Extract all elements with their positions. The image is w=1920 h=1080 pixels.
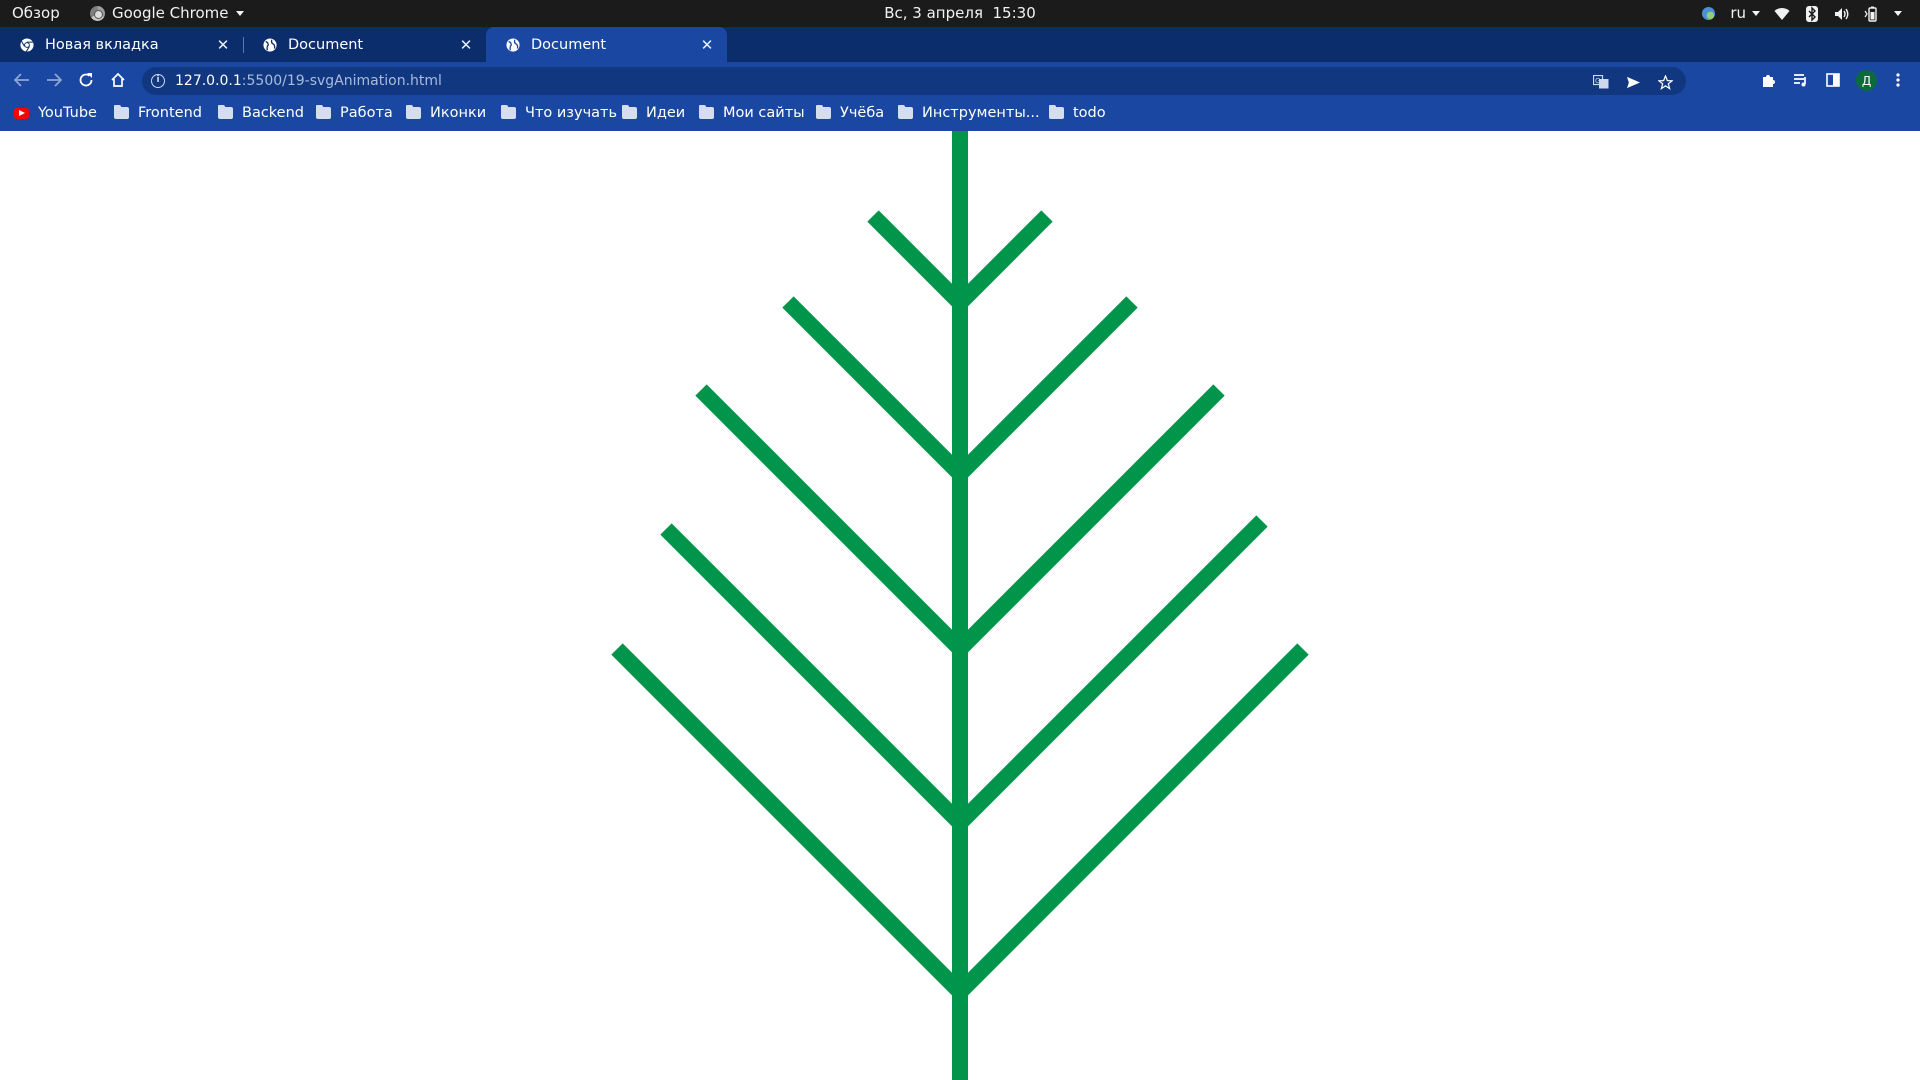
chrome-app-icon <box>90 6 105 21</box>
bookmark-folder-chto-izuchat[interactable]: Что изучать <box>501 98 617 128</box>
tab-title: Document <box>531 36 607 53</box>
folder-icon <box>406 105 421 119</box>
bookmark-folder-todo[interactable]: todo <box>1049 98 1106 128</box>
system-tray[interactable]: ru <box>1700 0 1902 27</box>
profile-avatar-button[interactable]: Д <box>1856 70 1877 91</box>
bookmark-folder-instrumenty[interactable]: Инструменты... <box>898 98 1040 128</box>
folder-icon <box>218 105 233 119</box>
folder-icon <box>816 105 831 119</box>
bookmark-label: YouTube <box>38 105 97 121</box>
folder-icon <box>501 105 516 119</box>
bookmark-label: todo <box>1073 105 1106 121</box>
bookmark-label: Работа <box>340 105 393 121</box>
bookmark-label: Мои сайты <box>723 105 805 121</box>
volume-icon[interactable] <box>1834 6 1850 22</box>
home-button[interactable] <box>105 67 131 93</box>
reload-icon <box>79 73 93 87</box>
close-icon[interactable]: ✕ <box>458 36 474 54</box>
home-icon <box>111 72 125 87</box>
svg-text:G: G <box>1595 77 1600 85</box>
chrome-menu-button[interactable] <box>1888 70 1908 90</box>
tree-illustration <box>611 131 1309 1080</box>
folder-icon <box>622 105 637 119</box>
bookmark-label: Backend <box>242 105 305 121</box>
browser-toolbar: i 127.0.0.1:5500/19-svgAnimation.html G … <box>0 62 1920 98</box>
wifi-icon[interactable] <box>1774 6 1790 22</box>
bookmark-folder-idei[interactable]: Идеи <box>622 98 685 128</box>
forward-button[interactable] <box>41 67 67 93</box>
folder-icon <box>699 105 714 119</box>
bookmark-label: Что изучать <box>525 105 618 121</box>
send-to-device-button[interactable] <box>1623 72 1643 92</box>
bookmarks-bar: YouTube Frontend Backend Работа Иконки Ч… <box>0 98 1920 131</box>
bookmark-folder-rabota[interactable]: Работа <box>316 98 393 128</box>
site-info-icon[interactable]: i <box>151 74 165 88</box>
translate-icon: G <box>1593 75 1609 89</box>
close-icon[interactable]: ✕ <box>215 36 231 54</box>
app-indicator-icon[interactable] <box>1700 6 1716 22</box>
page-content <box>0 131 1920 1080</box>
system-menu-chevron-icon[interactable] <box>1894 11 1902 16</box>
side-panel-icon <box>1826 73 1840 87</box>
send-icon <box>1626 76 1640 88</box>
bookmark-folder-ucheba[interactable]: Учёба <box>816 98 884 128</box>
arrow-left-icon <box>14 73 29 87</box>
app-menu-label: Google Chrome <box>112 4 229 22</box>
battery-icon[interactable] <box>1864 6 1880 22</box>
tab-title: Document <box>288 36 364 53</box>
tab-new-tab[interactable]: Новая вкладка ✕ <box>0 27 243 62</box>
bookmark-youtube[interactable]: YouTube <box>14 98 97 128</box>
star-icon <box>1657 74 1673 90</box>
puzzle-icon <box>1763 75 1775 87</box>
bookmark-star-button[interactable] <box>1655 72 1675 92</box>
more-vertical-icon <box>1896 73 1900 87</box>
bookmark-label: Инструменты... <box>922 105 1040 121</box>
activities-label: Обзор <box>12 4 60 22</box>
tab-document-active[interactable]: Document ✕ <box>486 27 727 62</box>
back-button[interactable] <box>9 67 35 93</box>
bookmark-label: Идеи <box>646 105 686 121</box>
input-language-selector[interactable]: ru <box>1730 0 1760 27</box>
url-path: :5500/19-svgAnimation.html <box>241 73 442 89</box>
bookmark-label: Учёба <box>840 105 885 121</box>
folder-icon <box>316 105 331 119</box>
chrome-icon <box>20 37 34 52</box>
tab-strip: Новая вкладка ✕ Document ✕ Document ✕ <box>0 27 1920 79</box>
media-controls-button[interactable] <box>1791 70 1811 90</box>
chevron-down-icon <box>235 11 244 16</box>
folder-icon <box>898 105 913 119</box>
input-language-label: ru <box>1730 4 1746 22</box>
folder-icon <box>1049 105 1064 119</box>
globe-icon <box>263 37 277 52</box>
close-icon[interactable]: ✕ <box>699 36 715 54</box>
clock-area: Вс, 3 апреля 15:30 <box>0 0 1920 27</box>
os-top-bar: Обзор Google Chrome Вс, 3 апреля 15:30 r… <box>0 0 1920 27</box>
tab-title: Новая вкладка <box>45 36 159 53</box>
chevron-down-icon <box>1752 11 1760 16</box>
youtube-icon <box>14 107 29 119</box>
clock-button[interactable]: Вс, 3 апреля 15:30 <box>884 0 1036 27</box>
activities-button[interactable]: Обзор <box>12 0 60 27</box>
globe-icon <box>506 37 520 52</box>
bluetooth-icon[interactable] <box>1804 5 1820 22</box>
bookmark-label: Frontend <box>138 105 202 121</box>
folder-icon <box>114 105 129 119</box>
bookmark-folder-ikonki[interactable]: Иконки <box>406 98 486 128</box>
bookmark-label: Иконки <box>430 105 487 121</box>
reload-button[interactable] <box>73 67 99 93</box>
tab-document[interactable]: Document ✕ <box>243 27 486 62</box>
url-host: 127.0.0.1 <box>175 73 242 89</box>
arrow-right-icon <box>47 73 62 87</box>
side-panel-button[interactable] <box>1823 70 1843 90</box>
extensions-button[interactable] <box>1759 70 1779 90</box>
app-menu[interactable]: Google Chrome <box>90 0 244 27</box>
bookmark-folder-frontend[interactable]: Frontend <box>114 98 202 128</box>
bookmark-folder-backend[interactable]: Backend <box>218 98 304 128</box>
playlist-icon <box>1794 74 1806 87</box>
bookmark-folder-moi-saity[interactable]: Мои сайты <box>699 98 805 128</box>
address-bar[interactable]: i 127.0.0.1:5500/19-svgAnimation.html G <box>142 67 1686 95</box>
translate-button[interactable]: G <box>1591 72 1611 92</box>
